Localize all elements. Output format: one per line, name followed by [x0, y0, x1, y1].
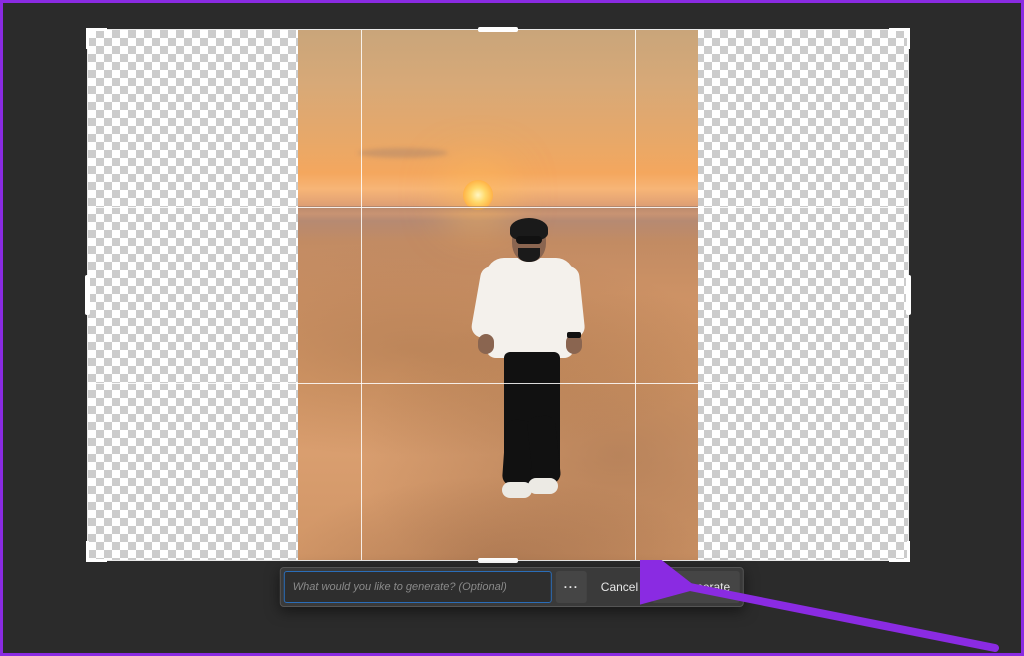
- more-options-button[interactable]: ···: [556, 571, 587, 603]
- crop-canvas[interactable]: [88, 30, 908, 560]
- generate-icon: [662, 579, 675, 595]
- image-content: [298, 30, 698, 560]
- generative-fill-toolbar: ··· Cancel Generate: [280, 567, 744, 607]
- generate-button-label: Generate: [680, 580, 730, 594]
- crop-grid-line: [361, 30, 362, 560]
- cancel-button[interactable]: Cancel: [591, 571, 648, 603]
- crop-handle-left[interactable]: [85, 275, 90, 315]
- crop-handle-bottom-left[interactable]: [86, 541, 107, 562]
- crop-handle-top-right[interactable]: [889, 28, 910, 49]
- crop-grid-line: [635, 30, 636, 560]
- crop-handle-right[interactable]: [906, 275, 911, 315]
- crop-handle-bottom[interactable]: [478, 558, 518, 563]
- crop-handle-bottom-right[interactable]: [889, 541, 910, 562]
- prompt-input[interactable]: [284, 571, 552, 603]
- crop-grid-line: [88, 383, 908, 384]
- crop-handle-top[interactable]: [478, 27, 518, 32]
- crop-grid-line: [88, 207, 908, 208]
- crop-handle-top-left[interactable]: [86, 28, 107, 49]
- generate-button[interactable]: Generate: [652, 571, 740, 603]
